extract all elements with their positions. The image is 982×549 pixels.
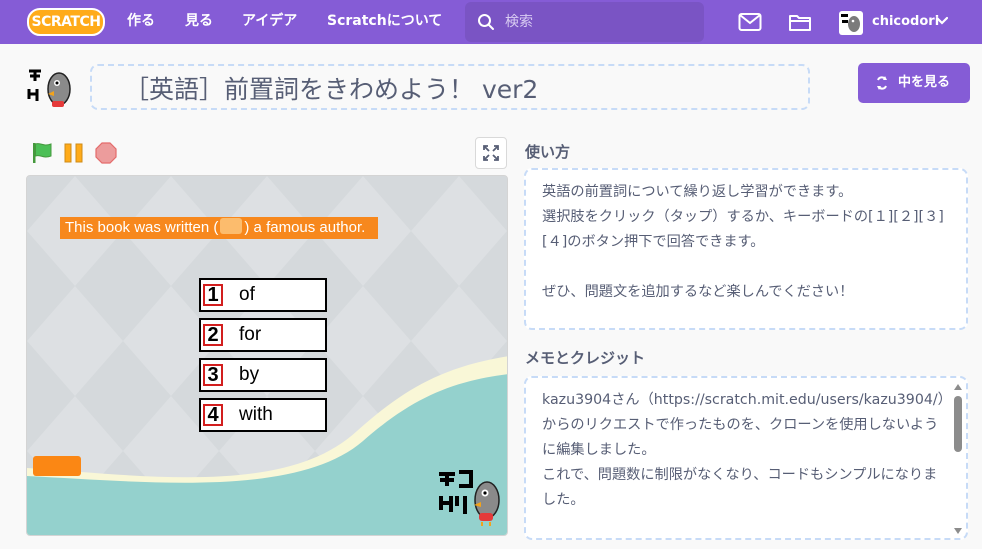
credits-panel[interactable]: kazu3904さん（https://scratch.mit.edu/users… [524, 376, 968, 540]
instructions-heading: 使い方 [525, 143, 571, 161]
scrollbar-thumb[interactable] [954, 396, 962, 452]
stage-orange-button[interactable] [33, 456, 81, 476]
choice-word: with [239, 404, 273, 425]
question-bubble: This book was written ( ) a famous author… [60, 217, 378, 239]
fullscreen-button[interactable] [475, 137, 507, 169]
choice-number: 4 [203, 404, 223, 426]
fullscreen-icon [483, 145, 499, 161]
search-bar[interactable]: 検索 [465, 2, 704, 42]
question-text-after: ) a famous author. [244, 219, 366, 236]
see-inside-label: 中を見る [898, 75, 951, 90]
instructions-line: 選択肢をクリック（タップ）するか、キーボードの[１][２][３][４]のボタン押… [542, 209, 944, 250]
credits-line: kazu3904さん（https://scratch.mit.edu/users… [542, 392, 945, 458]
scratch-logo[interactable]: SCRATCH [27, 8, 105, 36]
pause-icon[interactable] [64, 143, 84, 163]
credits-heading: メモとクレジット [525, 349, 646, 367]
chicodori-logo-sprite [439, 470, 500, 526]
top-nav: SCRATCH 作る 見る アイデア Scratchについて 検索 chicod… [0, 0, 982, 44]
nav-about[interactable]: Scratchについて [327, 0, 442, 44]
scroll-down-arrow-icon[interactable] [954, 528, 962, 534]
choice-number: 3 [203, 364, 223, 386]
instructions-line: 英語の前置詞について繰り返し学習ができます。 [542, 184, 853, 200]
my-stuff-folder-icon[interactable] [788, 12, 812, 32]
search-input[interactable]: 検索 [505, 2, 533, 42]
instructions-line: ぜひ、問題文を追加するなど楽しんでください！ [542, 284, 854, 300]
choice-word: for [239, 324, 262, 345]
scroll-up-arrow-icon[interactable] [954, 384, 962, 390]
see-inside-button[interactable]: 中を見る [858, 63, 970, 103]
project-title: ［英語］前置詞をきわめよう！ ver2 [124, 75, 539, 104]
choice-3[interactable]: 3 by [199, 358, 327, 392]
credits-scrollbar[interactable] [954, 384, 962, 534]
messages-icon[interactable] [738, 12, 762, 32]
search-icon [478, 14, 494, 30]
nav-create[interactable]: 作る [127, 0, 155, 44]
question-text-before: This book was written ( [65, 219, 219, 236]
instructions-panel[interactable]: 英語の前置詞について繰り返し学習ができます。 選択肢をクリック（タップ）するか、… [524, 168, 968, 330]
choice-number: 1 [203, 284, 223, 306]
answer-blank [220, 218, 243, 234]
project-stage[interactable]: This book was written ( ) a famous author… [26, 175, 508, 536]
username[interactable]: chicodori [872, 0, 939, 44]
choice-word: of [239, 284, 255, 305]
choice-4[interactable]: 4 with [199, 398, 327, 432]
chevron-down-icon[interactable] [936, 16, 948, 26]
choice-2[interactable]: 2 for [199, 318, 327, 352]
project-author-avatar[interactable] [26, 63, 74, 111]
green-flag-icon[interactable] [30, 141, 54, 165]
remix-arrows-icon [877, 76, 887, 90]
project-title-field[interactable]: ［英語］前置詞をきわめよう！ ver2 [90, 64, 810, 110]
credits-line: これで、問題数に制限がなくなり、コードもシンプルになりました。 [542, 467, 938, 508]
nav-explore[interactable]: 見る [185, 0, 213, 44]
user-avatar[interactable] [839, 11, 863, 35]
choice-number: 2 [203, 324, 223, 346]
choice-1[interactable]: 1 of [199, 278, 327, 312]
choice-word: by [239, 364, 260, 385]
nav-ideas[interactable]: アイデア [242, 0, 297, 44]
stop-icon[interactable] [95, 142, 117, 164]
